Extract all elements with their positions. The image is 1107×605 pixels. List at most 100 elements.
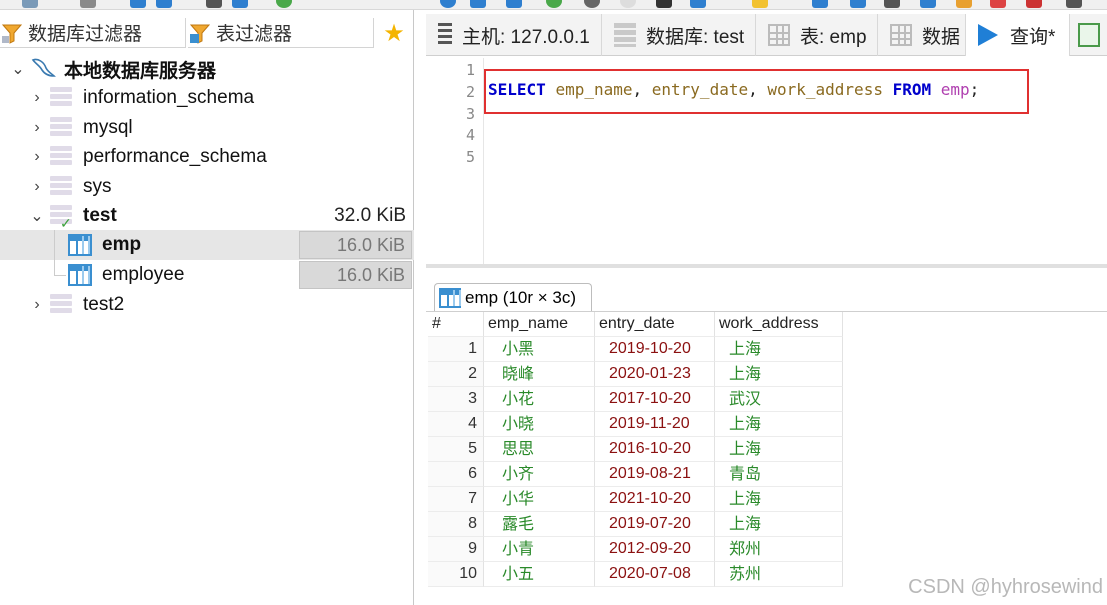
table-row[interactable]: 2 晓峰 2020-01-23 上海 [428,362,843,387]
chevron-down-icon[interactable]: ⌄ [11,59,25,79]
table-cell[interactable]: 晓峰 [484,362,595,387]
toolbar-tool-icon[interactable] [470,0,486,8]
table-cell[interactable]: 青岛 [715,462,843,487]
row-number[interactable]: 1 [428,337,484,362]
toolbar-tool-icon[interactable] [990,0,1006,8]
row-number[interactable]: 10 [428,562,484,587]
chevron-right-icon[interactable]: › [30,89,44,107]
row-number[interactable]: 8 [428,512,484,537]
chevron-right-icon[interactable]: › [30,178,44,196]
row-number[interactable]: 7 [428,487,484,512]
tree-db-node[interactable]: › test2 [0,290,414,320]
table-row[interactable]: 6 小齐 2019-08-21 青岛 [428,462,843,487]
table-cell[interactable]: 上海 [715,337,843,362]
column-header[interactable]: entry_date [595,312,715,337]
table-cell[interactable]: 2016-10-20 [595,437,715,462]
table-cell[interactable]: 2017-10-20 [595,387,715,412]
table-cell[interactable]: 露毛 [484,512,595,537]
toolbar-tool-icon[interactable] [130,0,146,8]
favorites-star-icon[interactable]: ★ [380,20,408,48]
table-row[interactable]: 9 小青 2012-09-20 郑州 [428,537,843,562]
editor-results-splitter[interactable] [426,264,1107,268]
table-cell[interactable]: 上海 [715,412,843,437]
tree-db-node[interactable]: › performance_schema [0,142,414,172]
table-cell[interactable]: 小齐 [484,462,595,487]
toolbar-tool-icon[interactable] [884,0,900,8]
table-cell[interactable]: 2020-07-08 [595,562,715,587]
row-number[interactable]: 4 [428,412,484,437]
toolbar-tool-icon[interactable] [506,0,522,8]
chevron-right-icon[interactable]: › [30,119,44,137]
tab-table[interactable]: 表: emp [756,14,878,56]
column-header-index[interactable]: # [428,312,484,337]
toolbar-tool-icon[interactable] [156,0,172,8]
table-cell[interactable]: 小青 [484,537,595,562]
table-filter-input[interactable]: 表过滤器 [188,18,374,48]
toolbar-tool-icon[interactable] [1066,0,1082,8]
row-number[interactable]: 3 [428,387,484,412]
toolbar-tool-icon[interactable] [850,0,866,8]
tree-db-node[interactable]: › information_schema [0,83,414,113]
table-cell[interactable]: 思思 [484,437,595,462]
toolbar-tool-icon[interactable] [620,0,636,8]
toolbar-tool-icon[interactable] [656,0,672,8]
toolbar-tool-icon[interactable] [546,0,562,8]
tree-server-node[interactable]: ⌄ 本地数据库服务器 [0,54,414,84]
tab-host[interactable]: 主机: 127.0.0.1 [426,14,602,56]
table-row[interactable]: 3 小花 2017-10-20 武汉 [428,387,843,412]
row-number[interactable]: 9 [428,537,484,562]
table-row[interactable]: 5 思思 2016-10-20 上海 [428,437,843,462]
toolbar-tool-icon[interactable] [956,0,972,8]
row-number[interactable]: 2 [428,362,484,387]
table-cell[interactable]: 小五 [484,562,595,587]
table-row[interactable]: 4 小晓 2019-11-20 上海 [428,412,843,437]
table-cell[interactable]: 2021-10-20 [595,487,715,512]
tab-data[interactable]: 数据 [878,14,966,56]
new-query-tab-icon[interactable] [1078,23,1100,47]
toolbar-tool-icon[interactable] [80,0,96,8]
toolbar-tool-icon[interactable] [232,0,248,8]
toolbar-tool-icon[interactable] [440,0,456,8]
table-cell[interactable]: 2019-07-20 [595,512,715,537]
table-cell[interactable]: 上海 [715,512,843,537]
table-cell[interactable]: 苏州 [715,562,843,587]
row-number[interactable]: 5 [428,437,484,462]
table-cell[interactable]: 2019-08-21 [595,462,715,487]
toolbar-tool-icon[interactable] [206,0,222,8]
tree-table-node[interactable]: employee 16.0 KiB [0,260,414,290]
column-header[interactable]: emp_name [484,312,595,337]
table-row[interactable]: 10 小五 2020-07-08 苏州 [428,562,843,587]
toolbar-tool-icon[interactable] [752,0,768,8]
row-number[interactable]: 6 [428,462,484,487]
chevron-right-icon[interactable]: › [30,148,44,166]
tab-database[interactable]: 数据库: test [602,14,756,56]
toolbar-tool-icon[interactable] [690,0,706,8]
table-cell[interactable]: 上海 [715,437,843,462]
tree-db-node[interactable]: › mysql [0,113,414,143]
table-cell[interactable]: 2012-09-20 [595,537,715,562]
sql-editor[interactable]: 1 2 3 4 5 SELECT emp_name, entry_date, w… [426,58,1107,264]
table-cell[interactable]: 2020-01-23 [595,362,715,387]
table-cell[interactable]: 武汉 [715,387,843,412]
table-row[interactable]: 7 小华 2021-10-20 上海 [428,487,843,512]
tree-db-node-test[interactable]: ⌄ ✓ test 32.0 KiB [0,201,414,231]
table-cell[interactable]: 小华 [484,487,595,512]
toolbar-tool-icon[interactable] [1026,0,1042,8]
toolbar-tool-icon[interactable] [22,0,38,8]
table-cell[interactable]: 小黑 [484,337,595,362]
result-tab[interactable]: emp (10r × 3c) [434,283,592,312]
column-header[interactable]: work_address [715,312,843,337]
table-cell[interactable]: 2019-10-20 [595,337,715,362]
database-filter-input[interactable]: 数据库过滤器 [0,18,186,48]
table-cell[interactable]: 小花 [484,387,595,412]
chevron-right-icon[interactable]: › [30,296,44,314]
toolbar-tool-icon[interactable] [812,0,828,8]
table-cell[interactable]: 小晓 [484,412,595,437]
toolbar-tool-icon[interactable] [276,0,292,8]
table-cell[interactable]: 上海 [715,362,843,387]
tab-query[interactable]: 查询* [966,14,1070,56]
table-row[interactable]: 1 小黑 2019-10-20 上海 [428,337,843,362]
toolbar-tool-icon[interactable] [920,0,936,8]
table-cell[interactable]: 2019-11-20 [595,412,715,437]
toolbar-tool-icon[interactable] [584,0,600,8]
